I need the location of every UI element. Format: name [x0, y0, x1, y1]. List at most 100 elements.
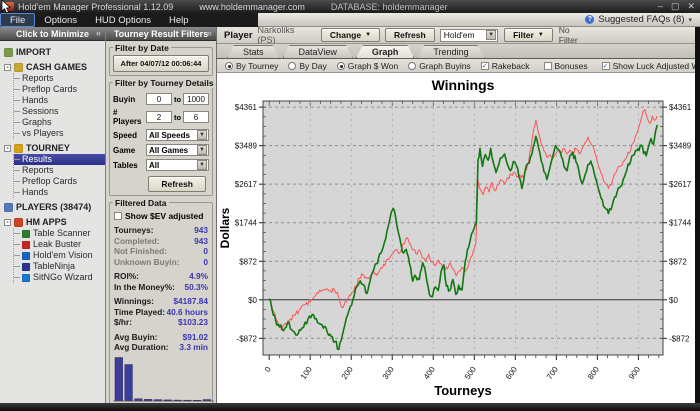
stat-row-completed: Completed: 943: [113, 236, 209, 247]
sidebar-item-reports[interactable]: Reports: [14, 73, 103, 84]
chevron-down-icon[interactable]: ▼: [197, 130, 207, 140]
menu-item-file[interactable]: File: [0, 13, 36, 27]
tab-stats[interactable]: Stats: [227, 45, 280, 58]
menu-item-options[interactable]: Options: [35, 13, 86, 27]
tab-trending[interactable]: Trending: [417, 45, 484, 58]
close-button[interactable]: ✕: [687, 2, 695, 11]
checkbox-icon[interactable]: ✓: [601, 61, 610, 70]
svg-text:0: 0: [263, 365, 273, 374]
game-type-select[interactable]: Hold'em ▼: [439, 28, 499, 42]
stat-label: Tourneys:: [114, 225, 154, 235]
speed-select[interactable]: All Speeds ▼: [146, 129, 209, 141]
sidebar-item-label: SitNGo Wizard: [33, 272, 93, 282]
player-name: Narkoliks (PS): [257, 27, 295, 45]
radio-icon[interactable]: [336, 61, 345, 70]
stat-row-time-played: Time Played: 40.6 hours: [113, 307, 209, 318]
sidebar-item-preflop-cards[interactable]: Preflop Cards: [14, 176, 103, 187]
sidebar-item-tableninja[interactable]: TableNinja: [14, 261, 103, 272]
change-player-button[interactable]: Change ▼: [320, 28, 381, 42]
help-question-icon: ?: [585, 15, 595, 24]
stat-row-avg-buyin: Avg Buyin: $91.02: [113, 332, 209, 343]
player-bar: Player Narkoliks (PS) Change ▼ Refresh H…: [217, 27, 695, 45]
buyin-to-input[interactable]: 1000: [183, 93, 209, 105]
maximize-button[interactable]: ▢: [671, 2, 680, 11]
radio-label: By Tourney: [236, 60, 279, 71]
radio-by-day[interactable]: By Day: [288, 61, 327, 71]
filters-header[interactable]: Tourney Result Filters «: [106, 27, 216, 41]
sidebar-item-players-38474[interactable]: PLAYERS (38474): [4, 201, 103, 213]
checkbox-show-luck-adjusted-winnings[interactable]: ✓Show Luck Adjusted Winnings: [601, 61, 695, 71]
checkbox-rakeback[interactable]: ✓ Rakeback: [480, 61, 530, 71]
sidebar-item-graphs[interactable]: Graphs: [14, 117, 103, 128]
sidebar-header[interactable]: Click to Minimize «: [0, 27, 105, 41]
date-filter-button[interactable]: After 04/07/12 00:06:44: [113, 55, 209, 72]
players-from-input[interactable]: 2: [146, 111, 172, 123]
winnings-chart: $4361 $4361 $3489 $3489 $2617 $2617 $1744 $1744…: [217, 73, 695, 403]
sidebar-item-sitngo-wizard[interactable]: SitNGo Wizard: [14, 272, 103, 283]
sidebar-item-preflop-cards[interactable]: Preflop Cards: [14, 84, 103, 95]
expander-icon[interactable]: -: [4, 144, 11, 152]
buyin-from-input[interactable]: 0: [146, 93, 172, 105]
filter-row-players: # Players 2 to 6: [113, 108, 209, 126]
radio-graph-won[interactable]: Graph $ Won: [336, 60, 399, 71]
filter-by-details-title: Filter by Tourney Details: [113, 78, 216, 88]
sidebar-item-tourney[interactable]: - TOURNEY: [4, 142, 103, 154]
sidebar-item-cash-games[interactable]: - CASH GAMES: [4, 61, 103, 73]
sidebar-header-label: Click to Minimize: [15, 28, 89, 39]
sidebar-item-reports[interactable]: Reports: [14, 165, 103, 176]
chevron-down-icon[interactable]: ▼: [486, 30, 497, 40]
sidebar-item-hold-em-vision[interactable]: Hold'em Vision: [14, 250, 103, 261]
sidebar-item-sessions[interactable]: Sessions: [14, 106, 103, 117]
checkbox-bonuses[interactable]: Bonuses: [543, 61, 588, 71]
sidebar-item-vs-players[interactable]: vs Players: [14, 128, 103, 139]
sidebar-item-label: vs Players: [22, 128, 64, 138]
radio-label: Graph $ Won: [347, 60, 399, 71]
radio-graph-buyins[interactable]: Graph Buyins: [408, 61, 471, 71]
player-refresh-button[interactable]: Refresh: [385, 28, 435, 42]
filter-label: Buyin: [113, 94, 136, 104]
chevron-down-icon: ▼: [365, 32, 372, 38]
chevron-down-icon[interactable]: ▾: [688, 16, 692, 24]
chevron-down-icon[interactable]: ▼: [197, 160, 207, 170]
game-select[interactable]: All Games ▼: [146, 144, 209, 156]
sidebar-item-hands[interactable]: Hands: [14, 187, 103, 198]
expander-icon[interactable]: -: [4, 63, 11, 71]
checkbox-icon[interactable]: [543, 61, 552, 70]
sidebar-section-tourney: - TOURNEY Results Reports Preflop Cards Hands: [4, 142, 105, 198]
checkbox-icon[interactable]: ✓: [480, 61, 489, 70]
sidebar-item-hands[interactable]: Hands: [14, 95, 103, 106]
menu-item-help[interactable]: Help: [160, 13, 198, 27]
menu-item-hud-options[interactable]: HUD Options: [86, 13, 160, 27]
player-label: Player: [224, 29, 253, 41]
sidebar-item-label: Leak Buster: [33, 239, 82, 249]
show-ev-adjusted-checkbox[interactable]: [114, 212, 122, 220]
sidebar-item-import[interactable]: IMPORT: [4, 46, 103, 58]
radio-icon[interactable]: [288, 61, 297, 70]
stat-label: Avg Buyin:: [114, 331, 158, 342]
expander-icon[interactable]: -: [4, 218, 11, 226]
sidebar-item-hm-apps[interactable]: - HM APPS: [4, 216, 103, 228]
chevron-down-icon[interactable]: ▼: [197, 145, 207, 155]
filter-button[interactable]: Filter ▼: [504, 28, 553, 42]
filters-refresh-button[interactable]: Refresh: [148, 176, 206, 192]
stat-label: $/hr:: [114, 317, 132, 327]
collapse-left-icon[interactable]: «: [96, 28, 101, 38]
players-to-input[interactable]: 6: [183, 111, 209, 123]
tables-select[interactable]: All ▼: [146, 159, 209, 171]
sidebar-item-leak-buster[interactable]: Leak Buster: [14, 239, 103, 250]
sidebar-item-table-scanner[interactable]: Table Scanner: [14, 228, 103, 239]
suggested-faqs[interactable]: Suggested FAQs (8): [598, 14, 684, 25]
radio-by-tourney[interactable]: By Tourney: [225, 61, 278, 71]
sidebar-item-results[interactable]: Results: [14, 154, 105, 165]
stat-row-roi: ROI%: 4.9%: [113, 271, 209, 282]
tab-dataview[interactable]: DataView: [283, 45, 353, 58]
sidebar-section-import: IMPORT: [4, 46, 103, 58]
radio-icon[interactable]: [225, 61, 233, 70]
tab-graph[interactable]: Graph: [356, 45, 415, 58]
stat-value: 0: [203, 246, 208, 256]
radio-icon[interactable]: [408, 61, 417, 70]
filter-label: Game: [113, 145, 136, 155]
minimize-button[interactable]: –: [658, 2, 663, 11]
svg-text:$1744: $1744: [235, 219, 258, 228]
collapse-left-icon[interactable]: «: [207, 28, 212, 38]
